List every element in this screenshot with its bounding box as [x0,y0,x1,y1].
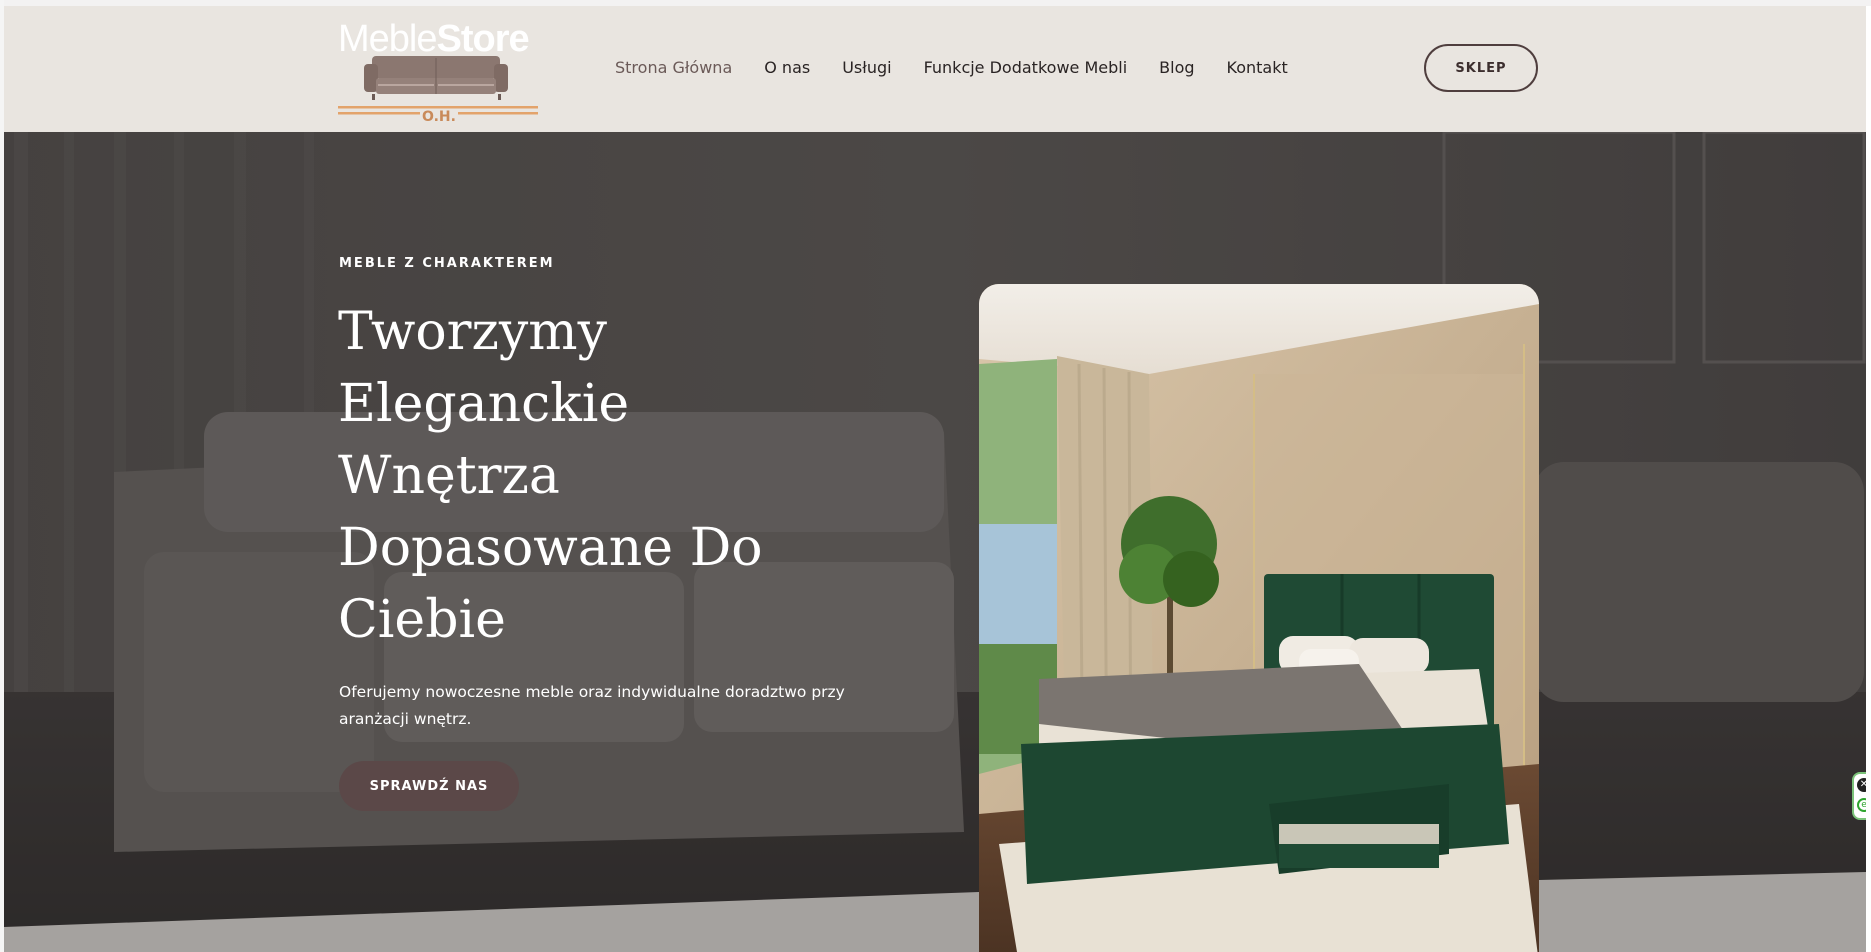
side-widget[interactable]: ✕ e [1852,772,1866,820]
logo-sub-text: O.H. [422,109,456,125]
hero-section: MEBLE Z CHARAKTEREM Tworzymy Eleganckie … [4,132,1866,952]
hero-description: Oferujemy nowoczesne meble oraz indywidu… [339,683,845,728]
close-icon[interactable]: ✕ [1857,778,1866,792]
nav-item-services[interactable]: Usługi [842,58,891,77]
e-icon[interactable]: e [1857,798,1866,812]
hero-bedroom-image [979,284,1539,952]
page: MebleStore O.H. Strona Główna O nas Usłu… [4,6,1866,952]
headline-line-1: Tworzymy [338,302,607,362]
nav-item-home[interactable]: Strona Główna [615,58,732,77]
site-logo[interactable]: MebleStore O.H. [338,18,548,128]
main-nav: Strona Główna O nas Usługi Funkcje Dodat… [615,58,1320,77]
nav-item-contact[interactable]: Kontakt [1227,58,1288,77]
hero-overlay [4,132,1866,952]
cta-button[interactable]: SPRAWDŹ NAS [339,761,519,811]
nav-item-blog[interactable]: Blog [1159,58,1194,77]
headline-line-4: Dopasowane Do [338,518,763,578]
shop-button[interactable]: SKLEP [1424,44,1538,92]
nav-item-features[interactable]: Funkcje Dodatkowe Mebli [924,58,1128,77]
hero-headline: Tworzymy Eleganckie Wnętrza Dopasowane D… [338,296,858,656]
nav-item-about[interactable]: O nas [764,58,810,77]
site-header: MebleStore O.H. Strona Główna O nas Usłu… [4,6,1866,132]
headline-line-2: Eleganckie [338,374,630,434]
headline-line-3: Wnętrza [338,446,560,506]
headline-line-5: Ciebie [338,590,506,650]
hero-eyebrow: MEBLE Z CHARAKTEREM [339,256,555,271]
sofa-icon: O.H. [338,56,538,125]
